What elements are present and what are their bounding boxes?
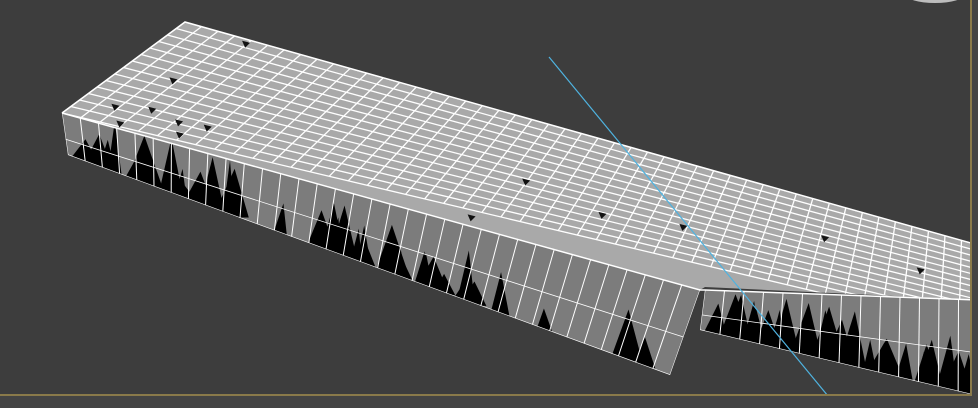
viewcube-gizmo[interactable] [905,0,965,3]
viewport-scene [61,0,970,394]
status-bar [0,396,978,408]
3d-viewport[interactable] [0,0,972,396]
